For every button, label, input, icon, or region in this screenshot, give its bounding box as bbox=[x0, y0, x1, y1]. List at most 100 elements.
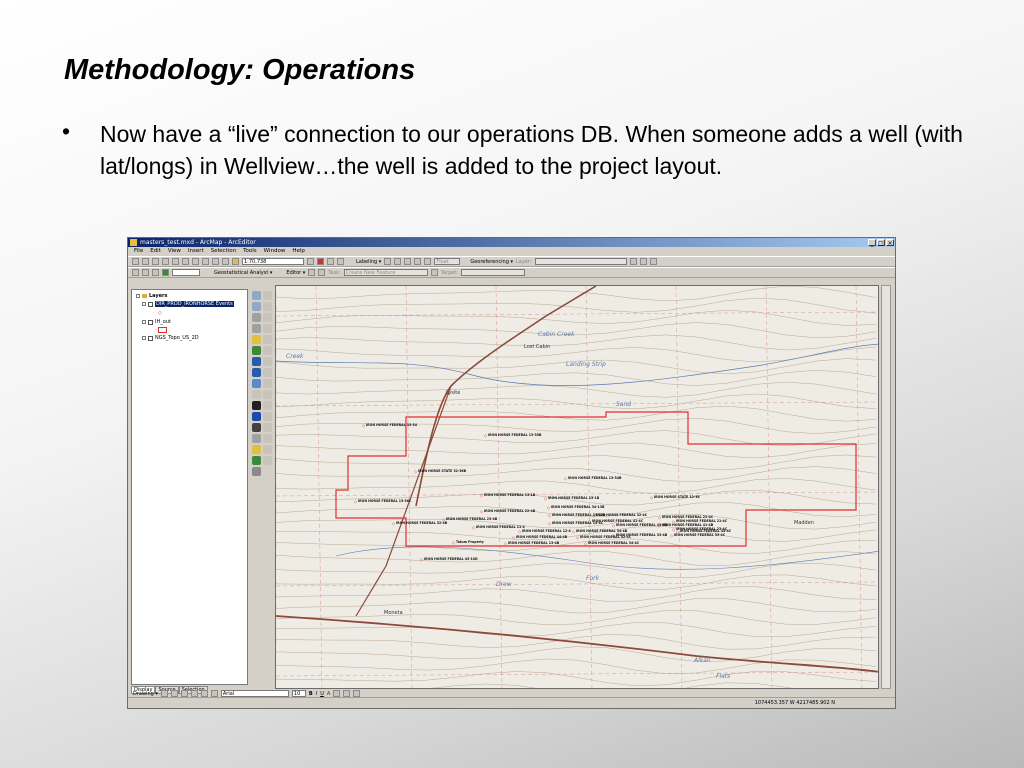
forward-extent-icon[interactable] bbox=[252, 368, 261, 377]
undo-icon[interactable] bbox=[212, 258, 219, 265]
toc-root[interactable]: Layers bbox=[136, 293, 168, 299]
layer-combo[interactable] bbox=[534, 258, 627, 265]
well-label[interactable]: Tatum Property bbox=[456, 540, 485, 544]
find-icon[interactable] bbox=[252, 423, 261, 432]
well-label[interactable]: IRON HORSE FEDERAL 22-4B bbox=[484, 509, 536, 513]
shift-icon[interactable] bbox=[639, 258, 647, 265]
georeferencing-menu[interactable]: Georeferencing ▾ bbox=[470, 259, 513, 265]
measure-icon[interactable] bbox=[252, 434, 261, 443]
paste-icon[interactable] bbox=[192, 258, 199, 265]
maximize-button[interactable]: □ bbox=[877, 239, 885, 247]
rectangle-tool-icon[interactable] bbox=[190, 690, 198, 697]
full-extent-tool-icon[interactable] bbox=[252, 346, 261, 355]
map-view[interactable]: Lost Cabin Lysite Madden Moneta Creek Alkali F… bbox=[275, 285, 879, 689]
editor-toolbar-icon[interactable] bbox=[307, 258, 314, 265]
rotate-icon[interactable] bbox=[629, 258, 637, 265]
layer-visibility-checkbox[interactable] bbox=[148, 319, 153, 325]
pin-label-icon[interactable] bbox=[414, 258, 422, 265]
editor-menu[interactable]: Editor ▾ bbox=[286, 270, 305, 276]
html-popup-icon[interactable] bbox=[252, 456, 261, 465]
well-label[interactable]: IRON HORSE FEDERAL 32-4B bbox=[396, 521, 448, 525]
fixed-zoom-in-icon[interactable] bbox=[252, 313, 261, 322]
label-weights-icon[interactable] bbox=[394, 258, 402, 265]
scale-combo[interactable]: 1:70,738 bbox=[242, 258, 304, 265]
zoom-in-icon[interactable] bbox=[142, 269, 149, 276]
well-label[interactable]: IRON HORSE FEDERAL 43-10D bbox=[424, 557, 478, 561]
select-elements-icon[interactable] bbox=[252, 401, 261, 410]
target-combo[interactable] bbox=[460, 269, 525, 276]
delete-icon[interactable] bbox=[202, 258, 209, 265]
italic-button[interactable]: I bbox=[316, 691, 317, 697]
font-combo[interactable]: Arial bbox=[220, 690, 289, 697]
well-label[interactable]: IRON HORSE STATE 32-36B bbox=[418, 469, 467, 473]
open-icon[interactable] bbox=[142, 258, 149, 265]
zoom-percent-combo[interactable] bbox=[172, 269, 200, 276]
pan-tool-icon[interactable] bbox=[252, 335, 261, 344]
whats-this-icon[interactable] bbox=[337, 258, 344, 265]
edit-tool-icon[interactable] bbox=[308, 269, 316, 276]
toc-layer-ih-out[interactable]: IH_out bbox=[142, 319, 171, 325]
add-control-points-icon[interactable] bbox=[649, 258, 657, 265]
well-label[interactable]: IRON HORSE FEDERAL 13-36C bbox=[358, 499, 412, 503]
command-line-icon[interactable] bbox=[327, 258, 334, 265]
well-label[interactable]: IRON HORSE FEDERAL 13-1B bbox=[484, 493, 536, 497]
bold-button[interactable]: B bbox=[309, 691, 313, 697]
select-features-icon[interactable] bbox=[252, 379, 261, 388]
zoom-out-tool-icon[interactable] bbox=[252, 302, 261, 311]
well-label[interactable]: IRON HORSE FEDERAL 34-4C bbox=[588, 541, 640, 545]
rotate-tool-icon[interactable] bbox=[170, 690, 178, 697]
font-size-combo[interactable]: 10 bbox=[291, 690, 306, 697]
layer-name[interactable]: DIR_PROD_IRONHORSE Events bbox=[155, 301, 234, 307]
view-unplaced-icon[interactable] bbox=[424, 258, 432, 265]
fixed-zoom-out-icon[interactable] bbox=[252, 324, 261, 333]
identify-icon[interactable] bbox=[252, 412, 261, 421]
zoom-in-tool-icon[interactable] bbox=[252, 291, 261, 300]
well-label[interactable]: IRON HORSE FEDERAL 34-4B bbox=[576, 529, 628, 533]
well-label[interactable]: IRON HORSE FEDERAL 44-4C bbox=[680, 529, 732, 533]
drawing-menu[interactable]: Drawing ▾ bbox=[133, 691, 158, 697]
save-icon[interactable] bbox=[152, 258, 159, 265]
menu-tools[interactable]: Tools bbox=[243, 247, 257, 256]
globe-icon[interactable] bbox=[162, 269, 169, 276]
well-label[interactable]: IRON HORSE FEDERAL 15-1B bbox=[548, 496, 600, 500]
marker-color-icon[interactable] bbox=[353, 690, 361, 697]
zoom-to-selected-icon[interactable] bbox=[180, 690, 188, 697]
well-label[interactable]: IRON HORSE FEDERAL 44-4B bbox=[516, 535, 568, 539]
geostatistical-analyst-menu[interactable]: Geostatistical Analyst ▾ bbox=[214, 270, 272, 276]
fill-color-icon[interactable] bbox=[333, 690, 341, 697]
map-vertical-scrollbar[interactable] bbox=[881, 285, 891, 689]
cut-icon[interactable] bbox=[172, 258, 179, 265]
label-manager-icon[interactable] bbox=[384, 258, 392, 265]
collapse-icon[interactable] bbox=[142, 302, 146, 306]
well-label[interactable]: IRON HORSE FEDERAL 32-4C bbox=[596, 513, 648, 517]
expand-icon[interactable] bbox=[142, 336, 146, 340]
redo-icon[interactable] bbox=[222, 258, 229, 265]
arctoolbox-icon[interactable] bbox=[317, 258, 324, 265]
window-titlebar[interactable]: masters_test.mxd - ArcMap - ArcEditor _ … bbox=[128, 238, 895, 247]
topo-map[interactable]: Lost Cabin Lysite Madden Moneta Creek Alkali F… bbox=[276, 286, 879, 689]
well-label[interactable]: IRON HORSE FEDERAL 33-34 bbox=[366, 423, 418, 427]
well-label[interactable]: IRON HORSE FEDERAL 34-13B bbox=[551, 505, 605, 509]
well-label[interactable]: IRON HORSE FEDERAL 33-4C bbox=[674, 533, 726, 537]
print-icon[interactable] bbox=[162, 258, 169, 265]
well-label[interactable]: IRON HORSE FEDERAL 23-4B bbox=[446, 517, 498, 521]
menu-help[interactable]: Help bbox=[292, 247, 305, 256]
well-label[interactable]: IRON HORSE FEDERAL 42-4C bbox=[580, 535, 632, 539]
underline-button[interactable]: U bbox=[320, 691, 324, 697]
new-icon[interactable] bbox=[132, 258, 139, 265]
full-extent-icon[interactable] bbox=[132, 269, 139, 276]
menu-window[interactable]: Window bbox=[264, 247, 286, 256]
close-button[interactable]: × bbox=[886, 239, 894, 247]
menu-edit[interactable]: Edit bbox=[150, 247, 161, 256]
edit-vertices-icon[interactable] bbox=[210, 690, 218, 697]
hyperlink-icon[interactable] bbox=[252, 445, 261, 454]
menu-selection[interactable]: Selection bbox=[211, 247, 236, 256]
well-label[interactable]: IRON HORSE STATE 12-36 bbox=[654, 495, 700, 499]
add-data-icon[interactable] bbox=[232, 258, 239, 265]
well-label[interactable]: IRON HORSE FEDERAL 13-34B bbox=[568, 476, 622, 480]
well-label[interactable]: IRON HORSE FEDERAL 12-4 bbox=[522, 529, 572, 533]
attributes-icon[interactable] bbox=[430, 269, 438, 276]
float-combo[interactable]: Float bbox=[434, 258, 461, 265]
task-combo[interactable]: Create New Feature bbox=[343, 269, 428, 276]
well-label[interactable]: IRON HORSE FEDERAL 13-35B bbox=[488, 433, 542, 437]
